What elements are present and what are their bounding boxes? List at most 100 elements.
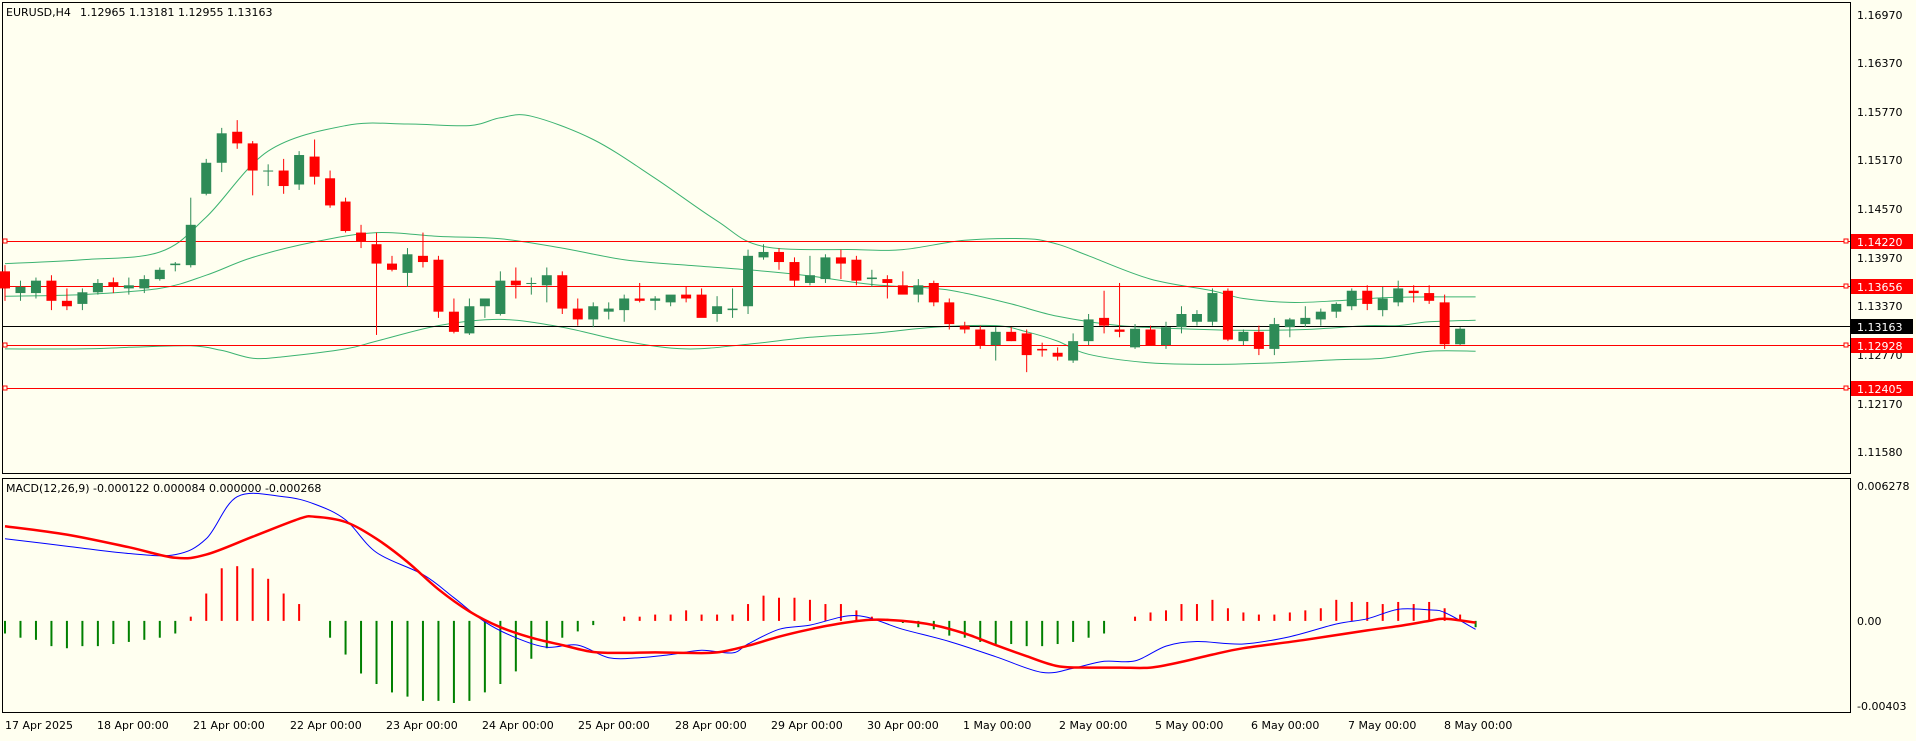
- level-handle-left-1[interactable]: [2, 238, 8, 244]
- bear-candle[interactable]: [1099, 317, 1110, 326]
- bull-candle[interactable]: [294, 155, 305, 185]
- bear-candle[interactable]: [789, 262, 800, 281]
- bull-candle[interactable]: [154, 269, 165, 280]
- bull-candle[interactable]: [1346, 290, 1357, 307]
- bear-candle[interactable]: [232, 131, 243, 144]
- bear-candle[interactable]: [61, 300, 72, 307]
- bull-candle[interactable]: [1068, 341, 1079, 361]
- bear-candle[interactable]: [975, 329, 986, 346]
- bull-candle[interactable]: [201, 162, 212, 194]
- level-handle-right-1[interactable]: [1843, 238, 1849, 244]
- bear-candle[interactable]: [108, 282, 119, 287]
- bull-candle[interactable]: [77, 292, 88, 304]
- trading-chart[interactable]: 1.16970 1.16370 1.15770 1.15170 1.14570 …: [0, 0, 1916, 737]
- bear-candle[interactable]: [882, 279, 893, 283]
- bear-candle[interactable]: [1114, 329, 1125, 332]
- bull-candle[interactable]: [1377, 298, 1388, 311]
- level-handle-right-3[interactable]: [1843, 342, 1849, 348]
- bull-candle[interactable]: [1191, 314, 1202, 322]
- bull-candle[interactable]: [619, 298, 630, 311]
- bull-candle[interactable]: [1207, 293, 1218, 322]
- bull-candle[interactable]: [603, 308, 614, 312]
- bear-candle[interactable]: [696, 294, 707, 318]
- bear-candle[interactable]: [247, 143, 258, 171]
- level-handle-right-2[interactable]: [1843, 283, 1849, 289]
- bear-candle[interactable]: [1362, 290, 1373, 304]
- bull-candle[interactable]: [588, 306, 599, 320]
- bull-candle[interactable]: [1130, 328, 1141, 348]
- bear-candle[interactable]: [774, 251, 784, 263]
- bear-candle[interactable]: [387, 263, 397, 270]
- bear-candle[interactable]: [510, 280, 521, 286]
- bear-candle[interactable]: [309, 156, 320, 177]
- bear-candle[interactable]: [1408, 290, 1419, 294]
- bear-candle[interactable]: [356, 232, 367, 242]
- bear-candle[interactable]: [681, 294, 692, 299]
- bull-candle[interactable]: [402, 254, 413, 273]
- bull-candle[interactable]: [541, 275, 552, 286]
- bear-candle[interactable]: [278, 170, 289, 187]
- bull-candle[interactable]: [15, 286, 26, 294]
- bull-candle[interactable]: [1238, 331, 1249, 342]
- bear-candle[interactable]: [634, 298, 645, 301]
- bear-candle[interactable]: [0, 271, 10, 289]
- bull-candle[interactable]: [464, 306, 475, 334]
- bear-candle[interactable]: [340, 201, 351, 232]
- bear-candle[interactable]: [557, 275, 568, 309]
- bear-candle[interactable]: [1006, 331, 1017, 342]
- bear-candle[interactable]: [1439, 302, 1450, 345]
- bear-candle[interactable]: [851, 259, 862, 281]
- bear-candle[interactable]: [959, 325, 970, 330]
- bull-candle[interactable]: [1315, 311, 1326, 320]
- bear-candle[interactable]: [1052, 352, 1063, 357]
- bull-candle[interactable]: [1176, 314, 1187, 328]
- bull-candle[interactable]: [990, 331, 1001, 346]
- bull-candle[interactable]: [1083, 319, 1094, 342]
- bear-candle[interactable]: [1021, 333, 1032, 356]
- bear-candle[interactable]: [417, 255, 428, 263]
- bull-candle[interactable]: [743, 255, 754, 307]
- bull-candle[interactable]: [92, 282, 103, 293]
- bull-candle[interactable]: [185, 224, 196, 266]
- bull-candle[interactable]: [1331, 303, 1342, 312]
- bull-candle[interactable]: [866, 277, 877, 280]
- bear-candle[interactable]: [572, 308, 583, 320]
- bear-candle[interactable]: [371, 244, 382, 264]
- bull-candle[interactable]: [1393, 288, 1404, 303]
- bull-candle[interactable]: [526, 282, 537, 284]
- bear-candle[interactable]: [1222, 290, 1233, 340]
- bear-candle[interactable]: [835, 257, 846, 264]
- bear-candle[interactable]: [325, 178, 336, 206]
- bull-candle[interactable]: [804, 275, 815, 283]
- bull-candle[interactable]: [712, 306, 723, 314]
- bear-candle[interactable]: [944, 302, 955, 325]
- bull-candle[interactable]: [758, 251, 769, 258]
- bear-candle[interactable]: [928, 282, 939, 303]
- bear-candle[interactable]: [46, 280, 57, 301]
- bull-candle[interactable]: [1300, 317, 1311, 325]
- bull-candle[interactable]: [170, 263, 181, 266]
- level-handle-right-4[interactable]: [1843, 385, 1849, 391]
- bull-candle[interactable]: [479, 298, 490, 307]
- bull-candle[interactable]: [665, 294, 676, 303]
- bull-candle[interactable]: [650, 298, 661, 301]
- bull-candle[interactable]: [495, 280, 506, 314]
- bull-candle[interactable]: [1161, 327, 1171, 346]
- level-handle-left-3[interactable]: [2, 342, 8, 348]
- bull-candle[interactable]: [123, 285, 134, 289]
- chart-canvas[interactable]: 1.16970 1.16370 1.15770 1.15170 1.14570 …: [0, 0, 1916, 737]
- bear-candle[interactable]: [1037, 348, 1048, 351]
- bull-candle[interactable]: [263, 170, 274, 172]
- bull-candle[interactable]: [1269, 324, 1280, 349]
- bear-candle[interactable]: [448, 311, 459, 332]
- bull-candle[interactable]: [1284, 319, 1295, 328]
- bull-candle[interactable]: [727, 308, 738, 311]
- bull-candle[interactable]: [913, 285, 924, 295]
- bull-candle[interactable]: [820, 257, 831, 280]
- bull-candle[interactable]: [1455, 328, 1466, 345]
- bear-candle[interactable]: [897, 285, 908, 295]
- bear-candle[interactable]: [1424, 293, 1435, 301]
- bull-candle[interactable]: [216, 133, 227, 163]
- bear-candle[interactable]: [1253, 331, 1264, 349]
- bear-candle[interactable]: [1145, 329, 1156, 346]
